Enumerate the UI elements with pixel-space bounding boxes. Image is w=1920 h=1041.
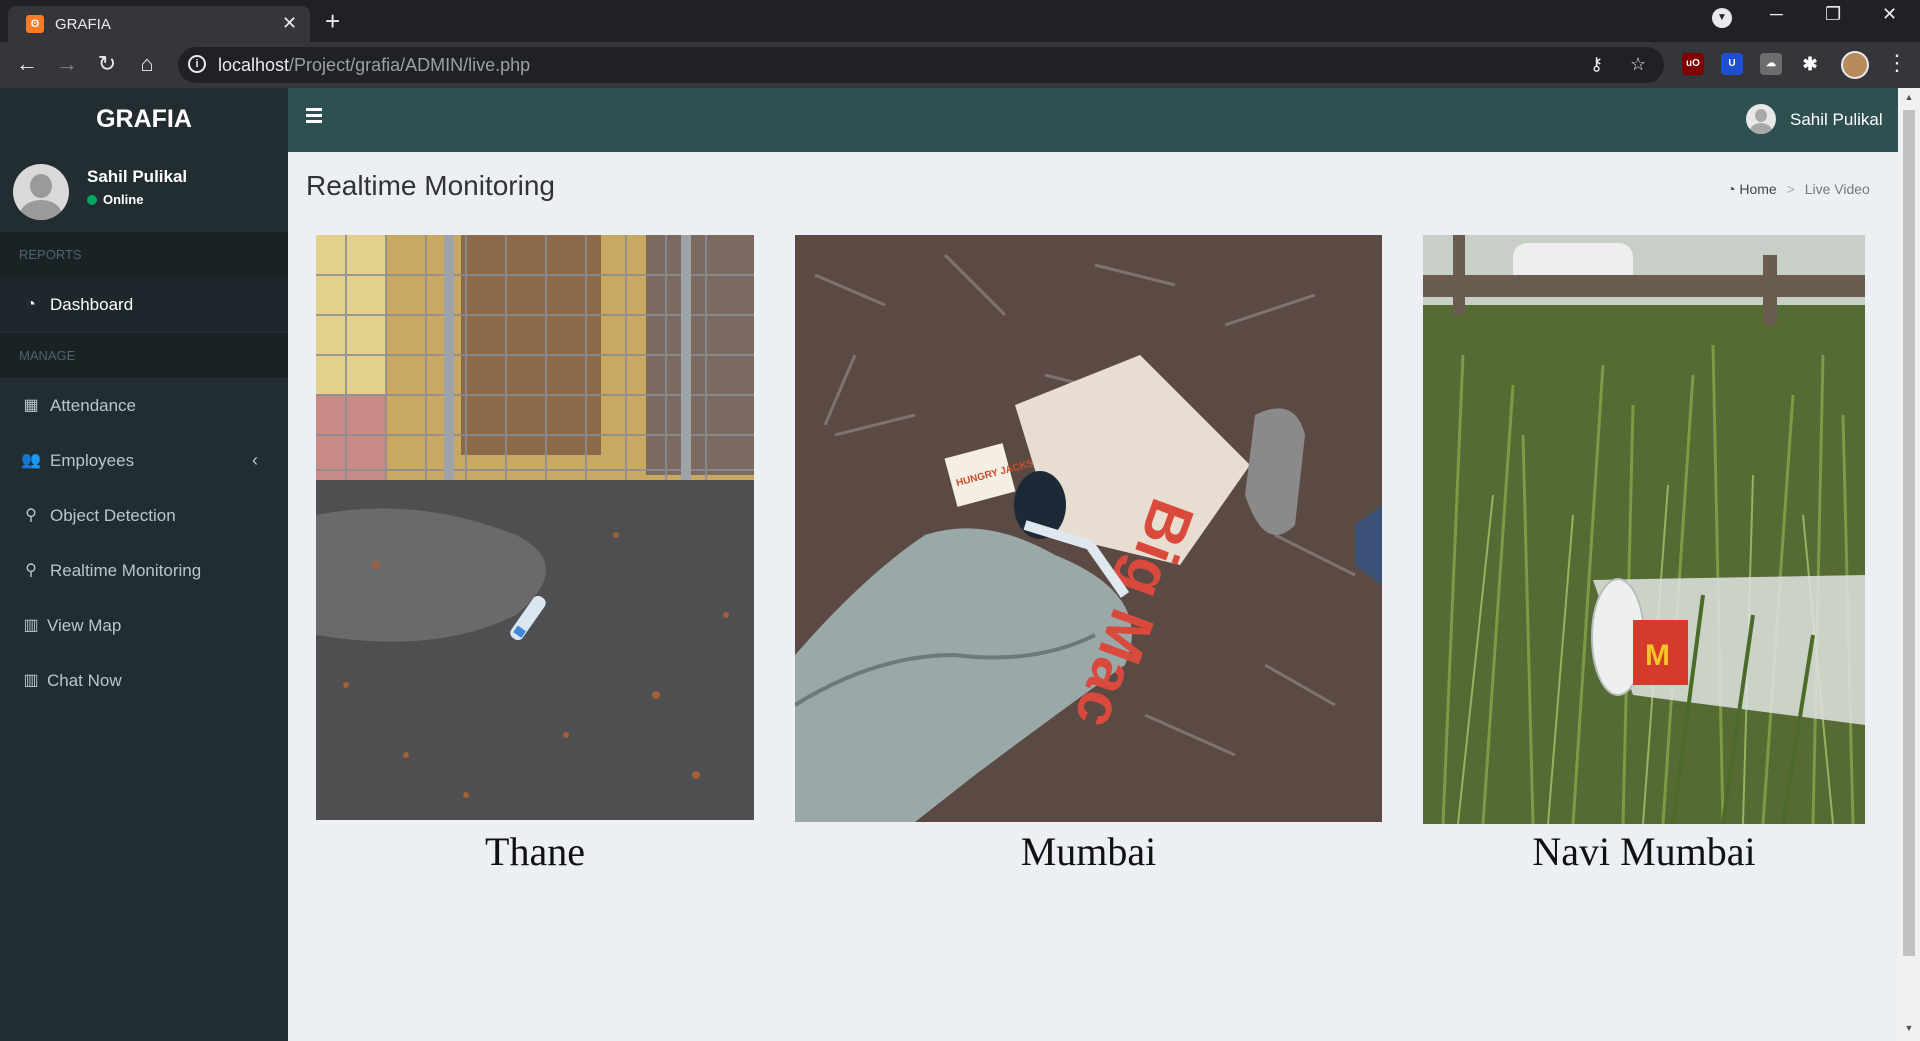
sidebar-item-label: Chat Now	[47, 671, 122, 690]
breadcrumb-separator: >	[1786, 181, 1795, 197]
extensions-puzzle-icon[interactable]: ✱	[1799, 53, 1821, 75]
bookmark-star-icon[interactable]: ☆	[1630, 54, 1646, 75]
top-navbar	[288, 88, 1898, 152]
browser-toolbar: ← → ↻ ⌂ i localhost/Project/grafia/ADMIN…	[0, 42, 1920, 88]
sidebar-item-label: Dashboard	[50, 295, 134, 314]
url-text[interactable]: localhost/Project/grafia/ADMIN/live.php	[218, 55, 530, 76]
avatar	[13, 164, 69, 220]
site-info-icon[interactable]: i	[188, 55, 206, 73]
camera-caption: Thane	[485, 829, 585, 874]
forward-icon[interactable]: →	[54, 52, 80, 76]
scroll-down-icon[interactable]: ▼	[1903, 1023, 1915, 1037]
extension-icon[interactable]: U	[1721, 53, 1743, 75]
section-header-reports: REPORTS	[0, 232, 288, 277]
sidebar-item-label: Attendance	[50, 396, 137, 415]
sidebar-item-label: Employees	[50, 451, 135, 470]
new-tab-icon[interactable]: +	[325, 6, 340, 36]
scrollbar-thumb[interactable]	[1903, 110, 1915, 956]
breadcrumb: ◔ Home > Live Video	[1727, 181, 1870, 197]
camera-image	[316, 235, 754, 820]
mcdonalds-logo-icon: M	[1645, 639, 1670, 672]
browser-tab-bar: ʘ GRAFIA ✕ + ▼ ─ ❐ ✕	[0, 0, 1920, 42]
breadcrumb-current: Live Video	[1804, 181, 1870, 197]
minimize-icon[interactable]: ─	[1770, 4, 1783, 25]
calendar-icon: ▦	[23, 397, 39, 414]
sidebar-item-employees[interactable]: 👥 Employees ‹	[0, 433, 288, 488]
home-icon[interactable]: ⌂	[134, 52, 160, 76]
hamburger-menu-icon[interactable]	[306, 108, 324, 124]
sidebar-item-dashboard[interactable]: ◔ Dashboard	[0, 277, 288, 332]
xampp-favicon-icon: ʘ	[26, 15, 44, 33]
sidebar-item-attendance[interactable]: ▦ Attendance	[0, 378, 288, 433]
dashboard-icon: ◔	[26, 296, 36, 313]
avatar[interactable]	[1746, 104, 1776, 134]
user-status: Online	[87, 192, 143, 207]
nav-username[interactable]: Sahil Pulikal	[1790, 110, 1883, 130]
camera-caption: Mumbai	[1020, 829, 1157, 874]
brand-logo[interactable]: GRAFIA	[0, 88, 288, 150]
sidebar-item-view-map[interactable]: ▥ View Map	[0, 598, 288, 653]
camera-caption: Navi Mumbai	[1532, 829, 1756, 874]
sidebar-item-realtime-monitoring[interactable]: ⚲ Realtime Monitoring	[0, 543, 288, 598]
cloud-extension-icon[interactable]: ☁	[1760, 53, 1782, 75]
tab-title: GRAFIA	[55, 16, 111, 33]
back-icon[interactable]: ←	[14, 52, 40, 76]
breadcrumb-home[interactable]: Home	[1739, 181, 1776, 197]
map-marker-icon: ⚲	[25, 562, 37, 579]
window-close-icon[interactable]: ✕	[1882, 4, 1897, 25]
user-name: Sahil Pulikal	[87, 167, 188, 186]
dashboard-icon: ◔	[1727, 181, 1736, 197]
map-marker-icon: ⚲	[25, 507, 37, 524]
camera-image: Big Mac HUNGRY JACKS	[795, 235, 1382, 822]
reload-icon[interactable]: ↻	[94, 52, 120, 76]
ublock-extension-icon[interactable]: uO	[1682, 53, 1704, 75]
sidebar-item-object-detection[interactable]: ⚲ Object Detection	[0, 488, 288, 543]
camera-image: M	[1423, 235, 1865, 824]
sidebar-item-label: View Map	[47, 616, 122, 635]
close-tab-icon[interactable]: ✕	[282, 13, 297, 33]
camera-feed-thane	[316, 235, 754, 820]
user-panel: Sahil Pulikal Online	[0, 150, 288, 232]
camera-feed-navi-mumbai: M	[1423, 235, 1865, 824]
address-bar[interactable]: i localhost/Project/grafia/ADMIN/live.ph…	[178, 47, 1664, 83]
page-scrollbar[interactable]: ▲ ▼	[1898, 88, 1920, 1041]
password-key-icon[interactable]: ⚷	[1590, 54, 1603, 75]
camera-feed-mumbai: Big Mac HUNGRY JACKS	[795, 235, 1382, 822]
browser-menu-icon[interactable]: ⋮	[1886, 50, 1908, 76]
restore-icon[interactable]: ❐	[1825, 4, 1841, 25]
sidebar-item-label: Realtime Monitoring	[50, 561, 202, 580]
section-header-manage: MANAGE	[0, 333, 288, 378]
sidebar-item-label: Object Detection	[50, 506, 176, 525]
chevron-left-icon: ‹	[252, 450, 258, 470]
bar-chart-icon: ▥	[23, 617, 39, 634]
users-icon: 👥	[21, 452, 41, 469]
profile-avatar[interactable]	[1841, 51, 1869, 79]
bar-chart-icon: ▥	[23, 672, 39, 689]
page-title: Realtime Monitoring	[306, 170, 555, 201]
sidebar-item-chat-now[interactable]: ▥ Chat Now	[0, 653, 288, 708]
sidebar: GRAFIA Sahil Pulikal Online REPORTS ◔ Da…	[0, 88, 288, 1041]
browser-tab[interactable]: ʘ GRAFIA ✕	[8, 6, 310, 42]
scroll-up-icon[interactable]: ▲	[1903, 92, 1915, 106]
online-dot-icon	[87, 195, 97, 205]
tab-search-icon[interactable]: ▼	[1712, 8, 1732, 28]
